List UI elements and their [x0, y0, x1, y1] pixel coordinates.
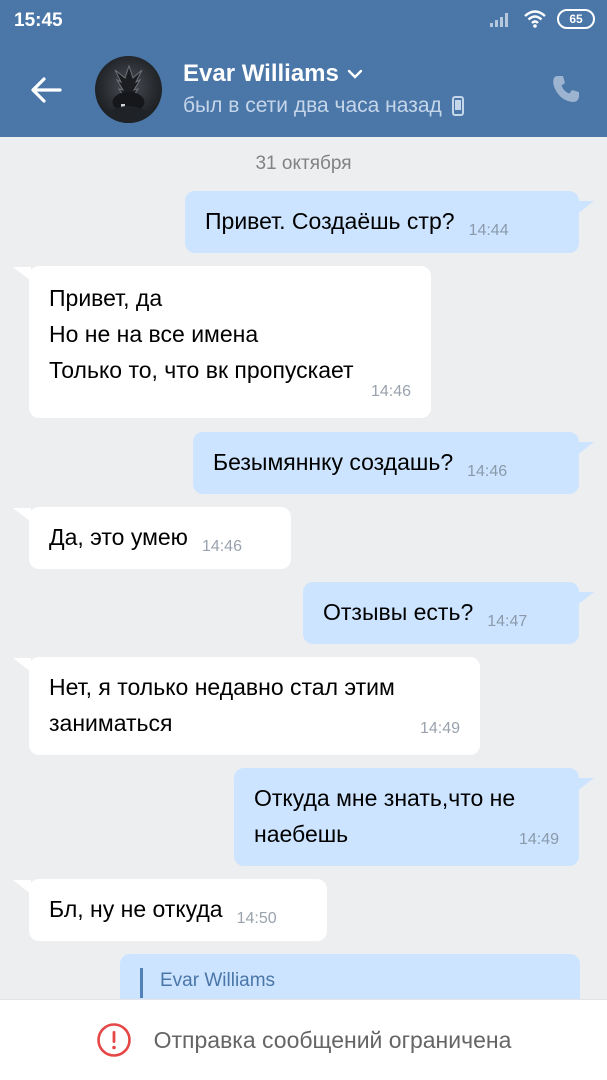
back-arrow-icon[interactable]: [26, 70, 66, 110]
message-list[interactable]: 31 октября Привет. Создаёшь стр? 14:44 Пр…: [0, 137, 607, 1014]
message-time: 14:46: [201, 538, 242, 555]
bubble-tail: [576, 592, 594, 606]
chat-header: Evar Williams был в сети два часа назад: [0, 42, 607, 137]
message-time: 14:47: [487, 613, 528, 630]
message-text-line: наебешь: [254, 821, 349, 847]
message-time: 14:49: [518, 831, 559, 848]
wifi-icon: [524, 10, 546, 28]
message-text-line: Откуда мне знать,что не: [254, 785, 516, 811]
contact-name[interactable]: Evar Williams: [183, 60, 363, 88]
message-outgoing[interactable]: Отзывы есть? 14:47: [303, 582, 579, 644]
forwarded-author: Evar Williams: [160, 970, 276, 991]
message-incoming[interactable]: Да, это умею 14:46: [29, 507, 291, 569]
message-restriction-bar: Отправка сообщений ограничена: [0, 999, 607, 1080]
message-text-line: Только то, что вк пропускает: [49, 357, 354, 383]
bubble-tail: [576, 778, 594, 792]
warning-icon: [96, 1023, 131, 1057]
phone-call-icon[interactable]: [549, 72, 583, 106]
contact-status: был в сети два часа назад: [183, 94, 464, 118]
message-time: 14:46: [370, 383, 411, 400]
message-text-line: Нет, я только недавно стал этим: [49, 674, 395, 700]
message-text-line: заниматься: [49, 710, 173, 736]
bubble-tail: [13, 267, 31, 281]
avatar-image: [103, 64, 154, 123]
restriction-text: Отправка сообщений ограничена: [153, 1026, 512, 1053]
bubble-tail: [13, 508, 31, 522]
bubble-tail: [576, 442, 594, 456]
date-separator: 31 октября: [255, 153, 352, 174]
chevron-down-icon[interactable]: [347, 68, 363, 80]
message-text-line: Но не на все имена: [49, 321, 259, 347]
contact-status-text: был в сети два часа назад: [183, 94, 442, 117]
message-text: Привет. Создаёшь стр?: [205, 208, 455, 234]
mobile-phone-icon: [451, 96, 464, 116]
message-incoming[interactable]: Бл, ну не откуда 14:50: [29, 879, 327, 941]
status-bar: 15:45 65: [0, 0, 607, 42]
message-time: 14:46: [467, 463, 508, 480]
message-incoming[interactable]: Нет, я только недавно стал этим занимать…: [29, 657, 480, 755]
bubble-tail: [13, 880, 31, 894]
message-time: 14:50: [236, 910, 277, 927]
message-incoming[interactable]: Привет, да Но не на все имена Только то,…: [29, 266, 431, 418]
message-text: Отзывы есть?: [323, 599, 474, 625]
bubble-tail: [13, 658, 31, 672]
message-text: Безымяннку создашь?: [213, 449, 454, 475]
status-icons: 65: [489, 9, 595, 29]
message-text-line: Привет, да: [49, 285, 163, 311]
message-time: 14:49: [419, 720, 460, 737]
message-outgoing[interactable]: Безымяннку создашь? 14:46: [193, 432, 579, 494]
message-outgoing[interactable]: Привет. Создаёшь стр? 14:44: [185, 191, 579, 253]
status-time: 15:45: [14, 10, 63, 31]
message-text: Бл, ну не откуда: [49, 896, 223, 922]
message-text: Да, это умею: [49, 524, 188, 550]
message-time: 14:44: [468, 222, 509, 239]
quote-bar: [140, 968, 143, 998]
battery-icon: 65: [557, 9, 595, 29]
message-outgoing[interactable]: Откуда мне знать,что не наебешь 14:49: [234, 768, 579, 866]
bubble-tail: [576, 201, 594, 215]
contact-name-text: Evar Williams: [183, 60, 339, 87]
signal-icon: [490, 13, 508, 27]
avatar[interactable]: [95, 56, 162, 123]
